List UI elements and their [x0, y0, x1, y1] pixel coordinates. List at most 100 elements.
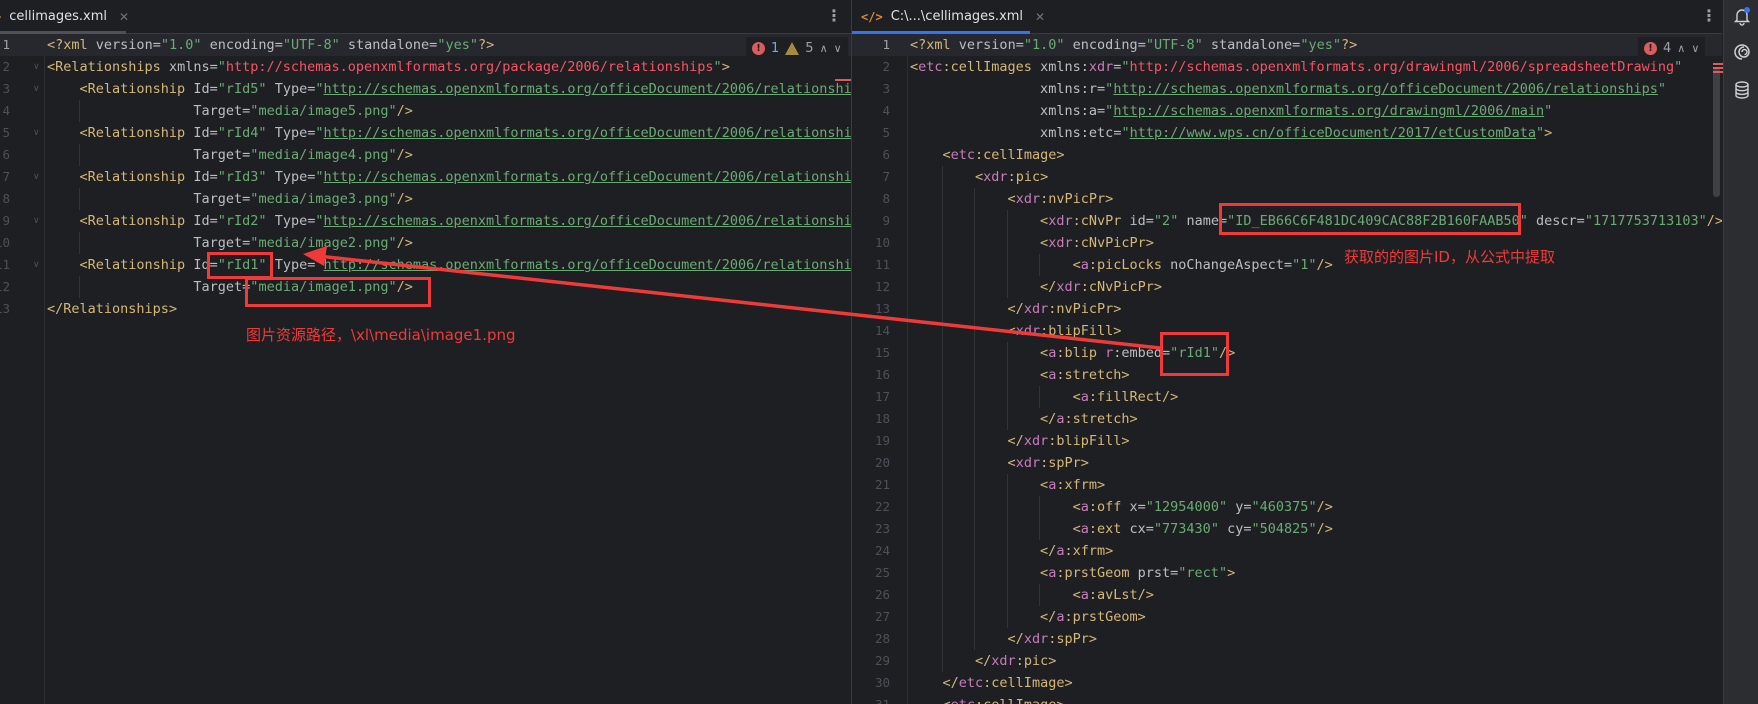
code-line[interactable]: 6 <etc:cellImage> — [852, 144, 1722, 166]
line-number[interactable]: 10 — [0, 232, 10, 254]
code-line[interactable]: 27 </a:prstGeom> — [852, 606, 1722, 628]
code-line[interactable]: 9 ∨ <Relationship Id="rId2" Type="http://… — [0, 210, 851, 232]
code-line[interactable]: 11 <a:picLocks noChangeAspect="1"/> — [852, 254, 1722, 276]
line-number[interactable]: 5 — [852, 122, 890, 144]
line-number[interactable]: 25 — [852, 562, 890, 584]
line-number[interactable]: 7 — [0, 166, 10, 188]
line-number[interactable]: 6 — [0, 144, 10, 166]
bell-icon[interactable] — [1732, 6, 1752, 26]
code-line[interactable]: 25 <a:prstGeom prst="rect"> — [852, 562, 1722, 584]
tab-cellimages-xml[interactable]: > cellimages.xml ✕ — [0, 0, 129, 33]
line-number[interactable]: 27 — [852, 606, 890, 628]
line-number[interactable]: 14 — [852, 320, 890, 342]
line-number[interactable]: 17 — [852, 386, 890, 408]
vertical-scrollbar-thumb[interactable] — [1713, 67, 1720, 197]
code-line[interactable]: 18 </a:stretch> — [852, 408, 1722, 430]
fold-chevron-icon[interactable]: ∨ — [33, 210, 40, 232]
line-number[interactable]: 4 — [0, 100, 10, 122]
code-line[interactable]: 7 <xdr:pic> — [852, 166, 1722, 188]
previous-problem-icon[interactable]: ∧ — [820, 42, 828, 55]
line-number[interactable]: 13 — [852, 298, 890, 320]
code-line[interactable]: 1 <?xml version="1.0" encoding="UTF-8" st… — [0, 34, 851, 56]
code-line[interactable]: 5 ∨ <Relationship Id="rId4" Type="http://… — [0, 122, 851, 144]
line-number[interactable]: 1 — [852, 34, 890, 56]
link-url[interactable]: http://schemas.openxmlformats.org/office… — [323, 257, 851, 273]
line-number[interactable]: 20 — [852, 452, 890, 474]
code-line[interactable]: 10 <xdr:cNvPicPr> — [852, 232, 1722, 254]
line-number[interactable]: 9 — [0, 210, 10, 232]
line-number[interactable]: 2 — [852, 56, 890, 78]
fold-chevron-icon[interactable]: ∨ — [33, 166, 40, 188]
code-line[interactable]: 14 <xdr:blipFill> — [852, 320, 1722, 342]
left-code-editor[interactable]: 1 <?xml version="1.0" encoding="UTF-8" st… — [0, 34, 851, 704]
close-tab-icon[interactable]: ✕ — [119, 10, 129, 24]
ai-assistant-icon[interactable] — [1732, 42, 1752, 62]
code-line[interactable]: 12 </xdr:cNvPicPr> — [852, 276, 1722, 298]
code-line[interactable]: 4 xmlns:a="http://schemas.openxmlformats… — [852, 100, 1722, 122]
code-line[interactable]: 24 </a:xfrm> — [852, 540, 1722, 562]
link-url[interactable]: http://www.wps.cn/officeDocument/2017/et… — [1130, 125, 1536, 141]
error-stripe-marker[interactable] — [1713, 71, 1723, 73]
error-stripe-marker[interactable] — [1713, 67, 1723, 69]
previous-problem-icon[interactable]: ∧ — [1677, 42, 1685, 55]
next-problem-icon[interactable]: ∨ — [1691, 42, 1699, 55]
code-line[interactable]: 7 ∨ <Relationship Id="rId3" Type="http://… — [0, 166, 851, 188]
more-options-icon[interactable]: ⋮ — [826, 6, 842, 25]
inspection-widget[interactable]: ! 4 ∧ ∨ — [1638, 37, 1706, 59]
link-url[interactable]: http://schemas.openxmlformats.org/office… — [323, 81, 851, 97]
line-number[interactable]: 18 — [852, 408, 890, 430]
line-number[interactable]: 16 — [852, 364, 890, 386]
line-number[interactable]: 9 — [852, 210, 890, 232]
line-number[interactable]: 3 — [852, 78, 890, 100]
more-options-icon[interactable]: ⋮ — [1701, 6, 1717, 25]
line-number[interactable]: 4 — [852, 100, 890, 122]
code-line[interactable]: 4 Target="media/image5.png"/> — [0, 100, 851, 122]
line-number[interactable]: 8 — [852, 188, 890, 210]
code-line[interactable]: 30 </etc:cellImage> — [852, 672, 1722, 694]
line-number[interactable]: 28 — [852, 628, 890, 650]
database-icon[interactable] — [1732, 80, 1752, 100]
inspection-widget[interactable]: ! 1 5 ∧ ∨ — [746, 37, 848, 59]
code-line[interactable]: 31 <etc:cellImage> — [852, 694, 1722, 704]
line-number[interactable]: 7 — [852, 166, 890, 188]
link-url[interactable]: http://schemas.openxmlformats.org/drawin… — [1113, 103, 1544, 119]
line-number[interactable]: 13 — [0, 298, 10, 320]
code-line[interactable]: 19 </xdr:blipFill> — [852, 430, 1722, 452]
fold-chevron-icon[interactable]: ∨ — [33, 122, 40, 144]
code-line[interactable]: 29 </xdr:pic> — [852, 650, 1722, 672]
line-number[interactable]: 26 — [852, 584, 890, 606]
link-url[interactable]: http://schemas.openxmlformats.org/office… — [323, 213, 851, 229]
right-code-editor[interactable]: 1 <?xml version="1.0" encoding="UTF-8" st… — [852, 34, 1722, 704]
code-line[interactable]: 2 ∨ <Relationships xmlns="http://schemas.o… — [0, 56, 851, 78]
code-line[interactable]: 23 <a:ext cx="773430" cy="504825"/> — [852, 518, 1722, 540]
line-number[interactable]: 24 — [852, 540, 890, 562]
line-number[interactable]: 30 — [852, 672, 890, 694]
line-number[interactable]: 11 — [0, 254, 10, 276]
line-number[interactable]: 2 — [0, 56, 10, 78]
code-line[interactable]: 26 <a:avLst/> — [852, 584, 1722, 606]
code-line[interactable]: 2 <etc:cellImages xmlns:xdr="http://schem… — [852, 56, 1722, 78]
line-number[interactable]: 12 — [852, 276, 890, 298]
line-number[interactable]: 19 — [852, 430, 890, 452]
line-number[interactable]: 15 — [852, 342, 890, 364]
line-number[interactable]: 3 — [0, 78, 10, 100]
line-number[interactable]: 6 — [852, 144, 890, 166]
line-number[interactable]: 22 — [852, 496, 890, 518]
line-number[interactable]: 12 — [0, 276, 10, 298]
link-url[interactable]: http://schemas.openxmlformats.org/office… — [1113, 81, 1658, 97]
line-number[interactable]: 11 — [852, 254, 890, 276]
code-line[interactable]: 17 <a:fillRect/> — [852, 386, 1722, 408]
code-line[interactable]: 1 <?xml version="1.0" encoding="UTF-8" st… — [852, 34, 1722, 56]
code-line[interactable]: 20 <xdr:spPr> — [852, 452, 1722, 474]
code-line[interactable]: 3 ∨ <Relationship Id="rId5" Type="http://… — [0, 78, 851, 100]
code-line[interactable]: 8 Target="media/image3.png"/> — [0, 188, 851, 210]
line-number[interactable]: 10 — [852, 232, 890, 254]
line-number[interactable]: 8 — [0, 188, 10, 210]
tab-cellimages-xml-full-path[interactable]: </> C:\...\cellimages.xml ✕ — [861, 0, 1045, 33]
fold-chevron-icon[interactable]: ∨ — [33, 254, 40, 276]
line-number[interactable]: 23 — [852, 518, 890, 540]
line-number[interactable]: 29 — [852, 650, 890, 672]
code-line[interactable]: 13 </xdr:nvPicPr> — [852, 298, 1722, 320]
close-tab-icon[interactable]: ✕ — [1035, 10, 1045, 24]
code-line[interactable]: 28 </xdr:spPr> — [852, 628, 1722, 650]
